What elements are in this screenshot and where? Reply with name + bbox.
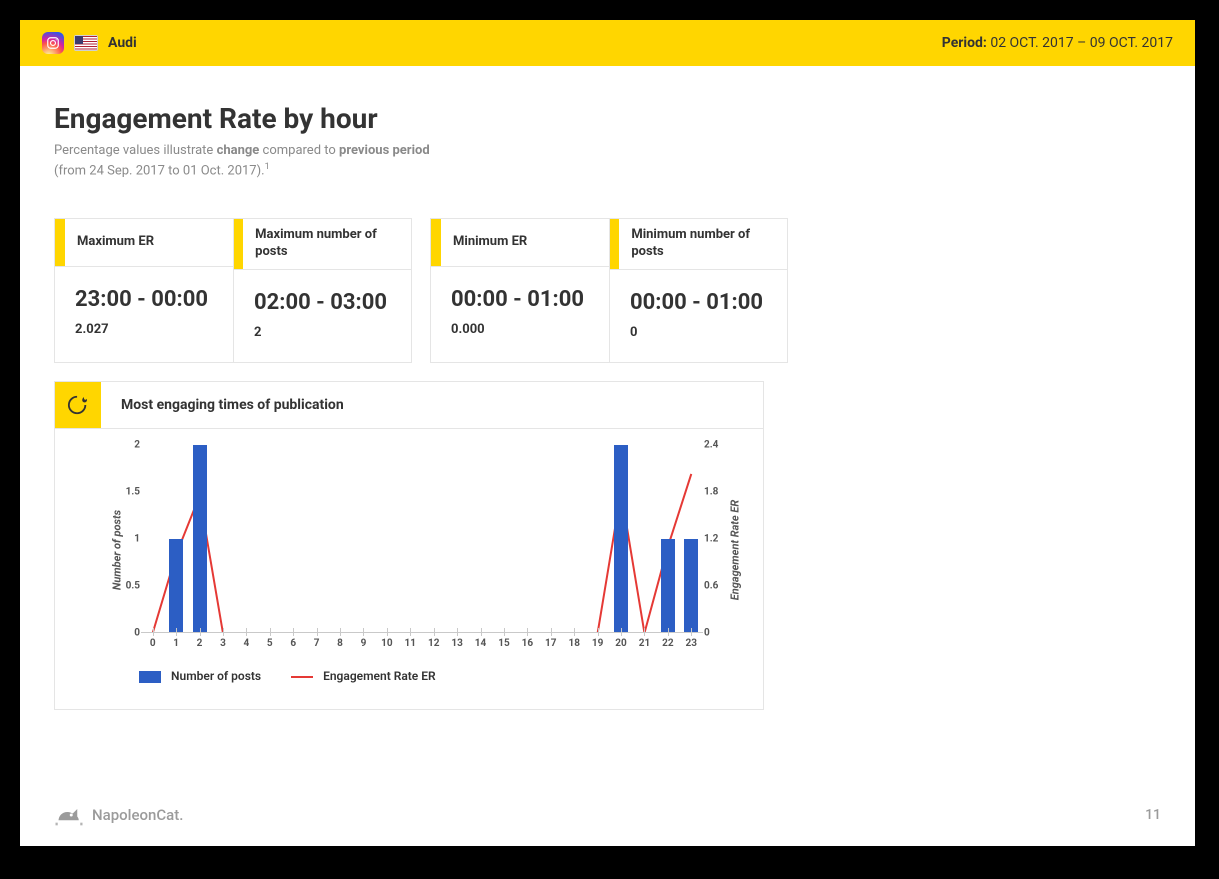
subtitle-bold-2: previous period — [339, 143, 430, 158]
card-label: Minimum ER — [441, 219, 539, 266]
y-left-tick-label: 1.5 — [126, 487, 140, 498]
card-label: Maximum number of posts — [243, 219, 411, 269]
legend-item-er: Engagement Rate ER — [291, 669, 436, 683]
x-tick-label: 12 — [428, 638, 439, 649]
x-tick-label: 15 — [498, 638, 509, 649]
x-tick-label: 22 — [662, 638, 673, 649]
x-tick-label: 10 — [381, 638, 392, 649]
card-max-er: Maximum ER 23:00 - 00:00 2.027 — [55, 219, 233, 362]
brand-name: Audi — [108, 35, 137, 51]
x-tick-label: 16 — [522, 638, 533, 649]
x-tick-label: 0 — [150, 638, 156, 649]
content: Engagement Rate by hour Percentage value… — [20, 66, 1195, 710]
chart-legend: Number of posts Engagement Rate ER — [77, 657, 741, 699]
topbar-left: Audi — [42, 32, 137, 54]
card-small: 0.000 — [451, 322, 591, 337]
legend-swatch-line — [291, 676, 313, 678]
chart-title: Most engaging times of publication — [101, 397, 344, 413]
napoleoncat-logo: NapoleonCat. — [54, 804, 183, 826]
chart-body: Number of posts Engagement Rate ER 0 0.5 1… — [55, 429, 763, 709]
x-tick-label: 1 — [173, 638, 179, 649]
x-tick-label: 21 — [639, 638, 650, 649]
y-left-tick-label: 0.5 — [126, 581, 140, 592]
subtitle-line2: (from 24 Sep. 2017 to 01 Oct. 2017). — [54, 163, 265, 178]
subtitle-text: Percentage values illustrate — [54, 143, 217, 158]
card-label: Minimum number of posts — [619, 219, 787, 269]
report-page: Audi Period: 02 OCT. 2017 – 09 OCT. 2017… — [20, 20, 1195, 846]
card-small: 2.027 — [75, 322, 215, 337]
page-subtitle: Percentage values illustrate change comp… — [54, 141, 1161, 180]
x-tick-label: 18 — [568, 638, 579, 649]
x-tick-label: 6 — [290, 638, 296, 649]
x-tick-label: 2 — [197, 638, 203, 649]
page-title: Engagement Rate by hour — [54, 102, 1161, 135]
legend-item-posts: Number of posts — [139, 669, 261, 683]
stat-cards-row: Maximum ER 23:00 - 00:00 2.027 Maximum n… — [54, 218, 1161, 363]
page-number: 11 — [1145, 807, 1161, 823]
y-axis-right-title: Engagement Rate ER — [728, 500, 741, 600]
subtitle-bold-1: change — [217, 143, 260, 158]
topbar: Audi Period: 02 OCT. 2017 – 09 OCT. 2017 — [20, 20, 1195, 66]
card-min-posts: Minimum number of posts 00:00 - 01:00 0 — [609, 219, 787, 362]
x-tick-label: 9 — [361, 638, 367, 649]
legend-label-posts: Number of posts — [171, 669, 261, 683]
period-value: 02 OCT. 2017 – 09 OCT. 2017 — [990, 35, 1173, 51]
y-left-tick-label: 2 — [134, 440, 140, 451]
card-label: Maximum ER — [65, 219, 166, 266]
x-tick-label: 23 — [686, 638, 697, 649]
x-tick-label: 7 — [314, 638, 320, 649]
stat-pair-max: Maximum ER 23:00 - 00:00 2.027 Maximum n… — [54, 218, 412, 363]
x-tick-label: 20 — [615, 638, 626, 649]
y-left-tick-label: 1 — [134, 534, 140, 545]
card-big: 23:00 - 00:00 — [75, 287, 215, 312]
x-tick-label: 17 — [545, 638, 556, 649]
x-axis: 01234567891011121314151617181920212223 — [141, 632, 703, 633]
card-max-posts: Maximum number of posts 02:00 - 03:00 2 — [233, 219, 411, 362]
chart-head: Most engaging times of publication — [55, 382, 763, 429]
period-prefix: Period: — [942, 35, 987, 51]
footer-brand: NapoleonCat. — [92, 806, 183, 824]
flag-icon-us — [74, 35, 98, 51]
x-tick-label: 14 — [475, 638, 486, 649]
bar — [169, 539, 183, 633]
x-tick-label: 5 — [267, 638, 273, 649]
card-big: 00:00 - 01:00 — [630, 290, 769, 315]
bar — [661, 539, 675, 633]
instagram-icon — [42, 32, 64, 54]
legend-label-er: Engagement Rate ER — [323, 669, 436, 683]
chart-plot-area: Number of posts Engagement Rate ER 0 0.5 1… — [77, 443, 743, 657]
subtitle-text-2: compared to — [259, 143, 339, 158]
x-tick-label: 8 — [337, 638, 343, 649]
y-right-tick-label: 1.8 — [704, 487, 718, 498]
x-tick-label: 3 — [220, 638, 226, 649]
y-right-tick-label: 0.6 — [704, 581, 718, 592]
x-tick-label: 13 — [451, 638, 462, 649]
bar — [193, 445, 207, 633]
bar — [684, 539, 698, 633]
y-left-tick-label: 0 — [134, 628, 140, 639]
legend-swatch-bar — [139, 671, 161, 683]
card-big: 00:00 - 01:00 — [451, 287, 591, 312]
flame-clock-icon — [55, 382, 101, 428]
bar — [614, 445, 628, 633]
y-right-tick-label: 1.2 — [704, 534, 718, 545]
card-min-er: Minimum ER 00:00 - 01:00 0.000 — [431, 219, 609, 362]
card-small: 0 — [630, 325, 769, 340]
y-right-tick-label: 2.4 — [704, 440, 718, 451]
period-label: Period: 02 OCT. 2017 – 09 OCT. 2017 — [942, 35, 1173, 51]
x-tick-label: 4 — [244, 638, 250, 649]
y-axis-left-title: Number of posts — [111, 510, 124, 590]
footer: NapoleonCat. 11 — [20, 804, 1195, 846]
y-right-tick-label: 0 — [704, 628, 710, 639]
stat-pair-min: Minimum ER 00:00 - 01:00 0.000 Minimum n… — [430, 218, 788, 363]
chart-panel: Most engaging times of publication Numbe… — [54, 381, 764, 710]
card-big: 02:00 - 03:00 — [254, 290, 393, 315]
subtitle-footnote-ref: 1 — [265, 162, 270, 172]
card-small: 2 — [254, 325, 393, 340]
x-tick-label: 19 — [592, 638, 603, 649]
plot-area — [141, 445, 703, 633]
x-tick-label: 11 — [405, 638, 416, 649]
